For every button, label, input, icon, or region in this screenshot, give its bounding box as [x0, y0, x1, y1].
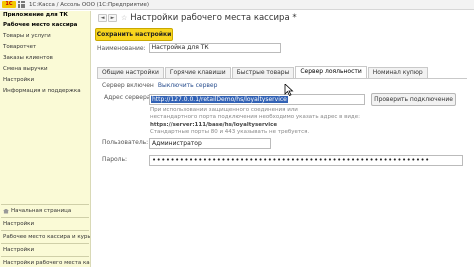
open-window-label: Начальная страница — [11, 208, 72, 214]
window-title: 1С:Касса / Ассоль ООО (1С:Предприятие) — [29, 1, 150, 8]
name-row: Наименование: Настройка для ТК — [97, 43, 281, 53]
save-settings-button[interactable]: Сохранить настройки — [95, 28, 173, 41]
sidebar-item-cashier-workplace[interactable]: Рабочее место кассира — [0, 20, 90, 31]
main-content: ◄ ► ☆ Настройки рабочего места кассира *… — [92, 11, 474, 267]
check-connection-button[interactable]: Проверить подключение — [371, 93, 456, 106]
open-windows-list: Начальная страница Настройки Рабочее мес… — [0, 204, 90, 267]
server-status-text: Сервер включен — [102, 82, 154, 89]
tab-general[interactable]: Общие настройки — [97, 67, 164, 78]
sidebar-item-goods[interactable]: Товары и услуги — [0, 31, 90, 42]
tab-loyalty-server[interactable]: Сервер лояльности — [295, 66, 367, 78]
sidebar-item-settings[interactable]: Настройки — [0, 75, 90, 86]
user-label: Пользователь: — [102, 139, 149, 146]
server-address-input[interactable]: http://127.0.0.1/retailDemo/hs/loyaltyse… — [149, 94, 365, 105]
app-logo-icon: 1С — [2, 1, 16, 8]
address-label: Адрес сервера: — [104, 94, 153, 101]
sidebar-item-shift[interactable]: Смена выручки — [0, 64, 90, 75]
hint-line-1: При использовании защищенного соединения… — [150, 107, 298, 113]
mouse-pointer-icon — [284, 84, 294, 96]
forward-button[interactable]: ► — [108, 14, 117, 22]
hint-line-4: Стандартные порты 80 и 443 указывать не … — [150, 128, 310, 135]
user-input[interactable]: Администратор — [149, 138, 271, 149]
home-icon — [3, 208, 9, 214]
server-status-row: Сервер включен Выключить сервер — [102, 82, 217, 89]
hint-line-2: нестандартного порта подключения необход… — [150, 114, 360, 121]
tab-quick-goods[interactable]: Быстрые товары — [231, 67, 295, 78]
navbar: ◄ ► ☆ Настройки рабочего места кассира * — [92, 11, 474, 25]
open-window-label: Настройки рабочего места кассира * — [3, 260, 90, 266]
menu-grid-icon[interactable] — [18, 1, 25, 8]
hint-example-url: https://server:111/base/hs/loyaltyservic… — [150, 121, 278, 128]
sidebar-header[interactable]: Приложение для ТК — [0, 11, 90, 20]
tab-divider — [97, 78, 467, 79]
tab-banknotes[interactable]: Номинал купюр — [367, 67, 428, 78]
sidebar: Приложение для ТК Рабочее место кассира … — [0, 11, 91, 267]
name-input[interactable]: Настройка для ТК — [148, 43, 281, 53]
open-window-home[interactable]: Начальная страница — [0, 205, 90, 217]
password-label: Пароль: — [102, 156, 128, 163]
address-hint: При использовании защищенного соединения… — [150, 107, 380, 136]
sidebar-item-orders[interactable]: Заказы клиентов — [0, 53, 90, 64]
tab-bar: Общие настройки Горячие клавиши Быстрые … — [97, 66, 429, 78]
disable-server-link[interactable]: Выключить сервер — [158, 82, 218, 89]
favorite-star-icon[interactable]: ☆ — [121, 14, 127, 22]
open-window-cashier-settings[interactable]: Настройки рабочего места кассира * — [0, 257, 90, 267]
open-window-settings-2[interactable]: Настройки — [0, 244, 90, 256]
server-address-value: http://127.0.0.1/retailDemo/hs/loyaltyse… — [151, 96, 288, 103]
sidebar-item-info[interactable]: Информация и поддержка — [0, 86, 90, 97]
window-titlebar: 1С 1С:Касса / Ассоль ООО (1С:Предприятие… — [0, 0, 474, 10]
back-button[interactable]: ◄ — [98, 14, 107, 22]
page-title: Настройки рабочего места кассира * — [130, 13, 297, 23]
password-input[interactable]: ••••••••••••••••••••••••••••••••••••••••… — [149, 155, 463, 166]
name-label: Наименование: — [97, 44, 146, 52]
open-window-cashier-couriers[interactable]: Рабочее место кассира и курьеров — [0, 231, 90, 243]
user-row: Пользователь: — [102, 139, 148, 146]
address-row: Адрес сервера: — [104, 94, 153, 101]
password-row: Пароль: — [102, 156, 127, 163]
open-window-settings[interactable]: Настройки — [0, 218, 90, 230]
tab-hotkeys[interactable]: Горячие клавиши — [164, 67, 231, 78]
sidebar-item-goods-report[interactable]: Товаротчет — [0, 42, 90, 53]
